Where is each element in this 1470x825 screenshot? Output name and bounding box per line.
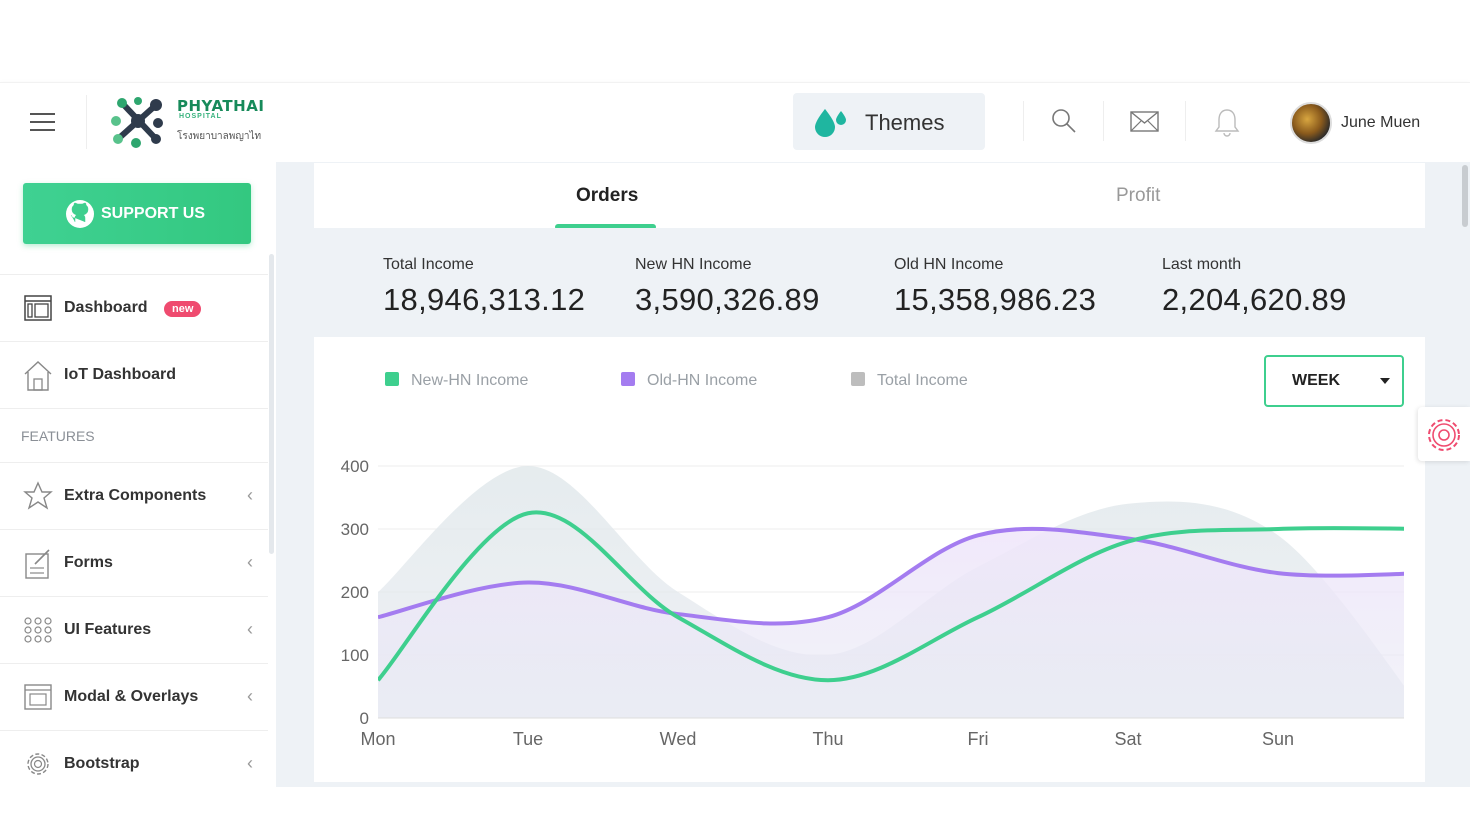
form-icon — [25, 549, 50, 579]
y-tick-label: 0 — [360, 709, 369, 728]
period-select[interactable]: WEEK — [1264, 355, 1404, 407]
logo-thai-text: โรงพยาบาลพญาไท — [177, 131, 262, 142]
sidebar-item-label: Modal & Overlays — [64, 688, 199, 705]
x-tick-label: Sat — [1114, 729, 1141, 749]
sidebar-item-bootstrap[interactable]: Bootstrap ‹ — [0, 730, 268, 797]
avatar[interactable] — [1290, 102, 1332, 144]
divider — [1023, 101, 1024, 141]
legend-swatch — [851, 372, 865, 386]
logo-subtitle: HOSPITAL — [179, 113, 222, 120]
hospital-logo[interactable]: PHYATHAI HOSPITAL โรงพยาบาลพญาไท — [108, 95, 288, 151]
sidebar-item-forms[interactable]: Forms ‹ — [0, 529, 268, 596]
home-icon — [24, 361, 52, 391]
income-chart: 0 100 200 300 400 Mon Tue Wed Thu Fri Sat Sun — [341, 457, 1404, 749]
features-section-label: FEATURES — [21, 428, 95, 444]
themes-button[interactable]: Themes — [793, 93, 985, 150]
stat-label: New HN Income — [635, 256, 752, 273]
x-tick-label: Mon — [360, 729, 395, 749]
new-badge: new — [164, 301, 202, 317]
menu-icon[interactable] — [30, 113, 55, 133]
sidebar-scrollbar[interactable] — [269, 254, 274, 554]
x-tick-label: Wed — [660, 729, 697, 749]
period-select-value: WEEK — [1292, 372, 1340, 389]
legend-total[interactable]: Total Income — [851, 372, 968, 390]
gear-icon — [27, 753, 49, 775]
x-tick-label: Tue — [513, 729, 543, 749]
sidebar-item-label: Dashboard — [64, 299, 148, 316]
sidebar: SUPPORT US Dashboard new IoT Dashboard F… — [0, 162, 276, 787]
sidebar-item-label: Bootstrap — [64, 755, 140, 772]
chevron-left-icon: ‹ — [247, 619, 253, 639]
settings-gear-icon — [1428, 419, 1460, 451]
stat-old-hn-income: Old HN Income 15,358,986.23 — [894, 256, 1096, 318]
sidebar-item-label: Forms — [64, 554, 113, 571]
sidebar-item-label: UI Features — [64, 621, 152, 638]
mail-icon[interactable] — [1130, 111, 1160, 133]
sidebar-item-label: Extra Components — [64, 487, 207, 504]
x-tick-label: Fri — [968, 729, 989, 749]
divider — [86, 95, 87, 149]
search-icon[interactable] — [1050, 107, 1078, 135]
sidebar-item-iot-dashboard[interactable]: IoT Dashboard — [0, 341, 268, 408]
top-navbar: PHYATHAI HOSPITAL โรงพยาบาลพญาไท Themes … — [0, 82, 1470, 162]
y-tick-label: 200 — [341, 583, 369, 602]
droplet-icon — [815, 109, 846, 137]
window-icon — [24, 684, 52, 710]
chevron-left-icon: ‹ — [247, 686, 253, 706]
tab-profit[interactable]: Profit — [1116, 185, 1160, 207]
sidebar-item-extra-components[interactable]: Extra Components ‹ — [0, 462, 268, 529]
chevron-left-icon: ‹ — [247, 485, 253, 505]
chevron-left-icon: ‹ — [247, 753, 253, 773]
stat-value: 15,358,986.23 — [894, 282, 1097, 317]
sidebar-item-modal-overlays[interactable]: Modal & Overlays ‹ — [0, 663, 268, 730]
legend-label: Total Income — [877, 372, 968, 389]
settings-button[interactable] — [1418, 407, 1470, 461]
tab-orders[interactable]: Orders — [576, 185, 638, 207]
stat-label: Old HN Income — [894, 256, 1004, 273]
support-us-label: SUPPORT US — [101, 205, 206, 222]
legend-label: Old-HN Income — [647, 372, 758, 389]
legend-new-hn[interactable]: New-HN Income — [385, 372, 528, 390]
stat-label: Last month — [1162, 256, 1242, 273]
sidebar-item-dashboard[interactable]: Dashboard new — [0, 274, 268, 341]
orders-card: Orders Profit Total Income 18,946,313.12… — [314, 163, 1425, 782]
stat-value: 3,590,326.89 — [635, 282, 820, 317]
legend-label: New-HN Income — [411, 372, 529, 389]
caret-down-icon — [1380, 378, 1390, 384]
stat-last-month: Last month 2,204,620.89 — [1162, 256, 1347, 318]
stat-value: 2,204,620.89 — [1162, 282, 1347, 317]
sidebar-item-label: IoT Dashboard — [64, 366, 177, 383]
stat-value: 18,946,313.12 — [383, 282, 586, 317]
y-tick-label: 100 — [341, 646, 369, 665]
bell-icon[interactable] — [1214, 107, 1240, 137]
legend-swatch — [385, 372, 399, 386]
x-tick-label: Thu — [812, 729, 843, 749]
star-icon — [23, 481, 53, 510]
themes-label: Themes — [865, 110, 945, 135]
stat-total-income: Total Income 18,946,313.12 — [383, 256, 585, 318]
stat-label: Total Income — [383, 256, 474, 273]
y-tick-label: 400 — [341, 457, 369, 476]
x-tick-label: Sun — [1262, 729, 1294, 749]
divider — [1103, 101, 1104, 141]
legend-old-hn[interactable]: Old-HN Income — [621, 372, 757, 390]
user-name[interactable]: June Muen — [1341, 114, 1420, 132]
legend-swatch — [621, 372, 635, 386]
page-scrollbar[interactable] — [1462, 165, 1468, 227]
y-tick-label: 300 — [341, 520, 369, 539]
dashboard-icon — [24, 295, 52, 321]
divider — [1185, 101, 1186, 141]
github-icon — [66, 200, 94, 228]
stat-new-hn-income: New HN Income 3,590,326.89 — [635, 256, 820, 318]
logo-mark-icon — [111, 97, 163, 148]
grid-icon — [24, 617, 52, 643]
sidebar-item-ui-features[interactable]: UI Features ‹ — [0, 596, 268, 663]
support-us-button[interactable]: SUPPORT US — [23, 183, 251, 244]
income-summary: Total Income 18,946,313.12 New HN Income… — [314, 228, 1425, 337]
chevron-left-icon: ‹ — [247, 552, 253, 572]
